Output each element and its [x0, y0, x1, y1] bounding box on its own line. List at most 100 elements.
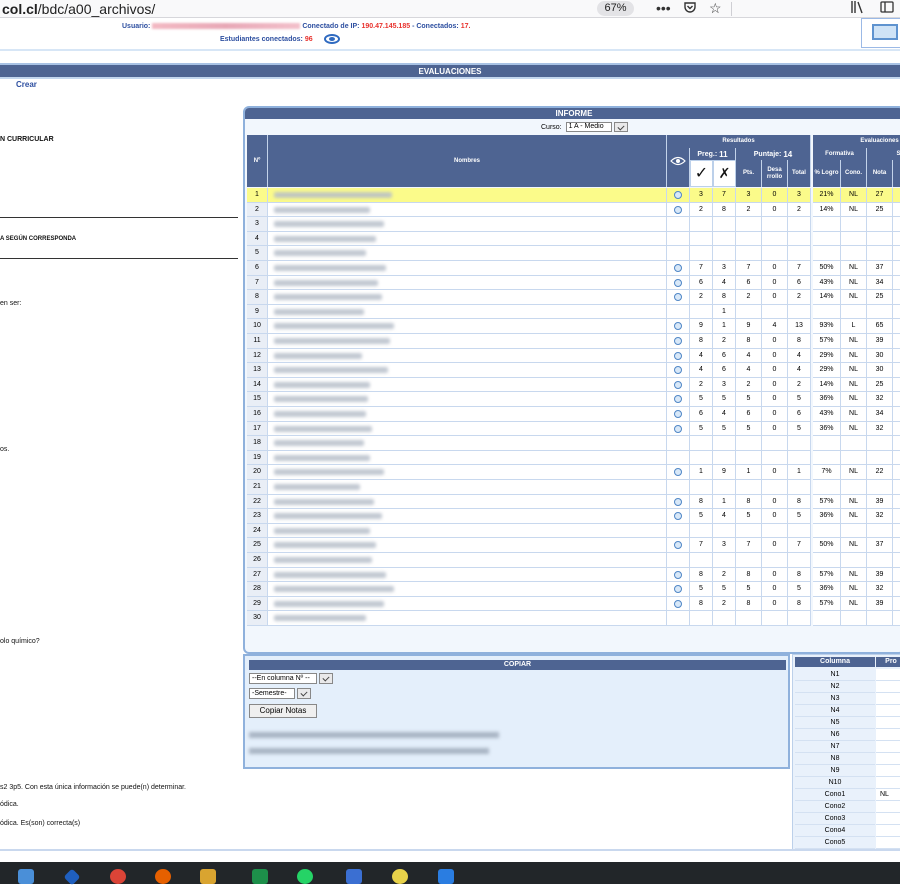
- zoom-level-button[interactable]: 67%: [597, 1, 634, 16]
- view-answers-icon[interactable]: [674, 293, 682, 302]
- taskbar-app-icon[interactable]: [346, 869, 362, 884]
- table-row[interactable]: 15 5 5 5 0 5 36% NL 32: [247, 392, 900, 407]
- student-name-redacted: [268, 363, 667, 378]
- view-answers-icon[interactable]: [674, 337, 682, 345]
- view-answers-icon[interactable]: [674, 424, 682, 433]
- points: 8: [736, 334, 762, 349]
- chevron-down-icon[interactable]: [297, 688, 311, 699]
- conocimiento: [841, 217, 867, 232]
- view-answers-icon[interactable]: [674, 366, 682, 375]
- crear-link[interactable]: Crear: [16, 80, 37, 89]
- view-answers-icon[interactable]: [674, 322, 682, 331]
- table-row[interactable]: 23 5 4 5 0 5 36% NL 32: [247, 509, 900, 524]
- table-row[interactable]: 29 8 2 8 0 8 57% NL 39: [247, 596, 900, 612]
- table-row[interactable]: 16 6 4 6 0 6 43% NL 34: [247, 407, 900, 422]
- eye-header[interactable]: [667, 148, 690, 173]
- view-answers-icon[interactable]: [674, 264, 682, 272]
- total-points: 6: [788, 407, 811, 422]
- table-row[interactable]: 21: [247, 480, 900, 495]
- nota: 25: [867, 290, 893, 305]
- desarrollo-points: 0: [762, 290, 788, 305]
- table-row[interactable]: 25 7 3 7 0 7 50% NL 37: [247, 538, 900, 553]
- table-row[interactable]: 10 9 1 9 4 13 93% L 65: [247, 319, 900, 334]
- points: 5: [736, 509, 762, 524]
- taskbar-app-icon[interactable]: [392, 869, 408, 884]
- table-row[interactable]: 4: [247, 231, 900, 247]
- view-answers-icon[interactable]: [674, 380, 682, 389]
- view-answers-icon[interactable]: [674, 468, 682, 477]
- view-answers-icon[interactable]: [674, 541, 682, 550]
- url-bar[interactable]: col.cl/bdc/a00_archivos/: [2, 1, 155, 17]
- row-number: 1: [247, 188, 268, 203]
- col-header-evaluaciones: Evaluaciones: [813, 135, 900, 148]
- table-row[interactable]: 3: [247, 217, 900, 232]
- table-row[interactable]: 22 8 1 8 0 8 57% NL 39: [247, 494, 900, 510]
- monitor-icon[interactable]: [872, 24, 898, 40]
- nota: 37: [867, 538, 893, 553]
- taskbar-app-icon[interactable]: [18, 869, 34, 884]
- table-row[interactable]: 2 2 8 2 0 2 14% NL 25: [247, 202, 900, 218]
- extra-cell: [893, 582, 900, 597]
- table-row[interactable]: 26: [247, 553, 900, 568]
- points: 7: [736, 538, 762, 553]
- columna-value: [876, 741, 900, 753]
- extra-cell: [893, 290, 900, 305]
- library-icon[interactable]: [850, 0, 866, 17]
- view-answers-icon[interactable]: [674, 512, 682, 521]
- table-row[interactable]: 30: [247, 611, 900, 626]
- view-answers-icon[interactable]: [674, 570, 682, 579]
- table-row[interactable]: 12 4 6 4 0 4 29% NL 30: [247, 348, 900, 364]
- conocimiento: [841, 553, 867, 568]
- whatsapp-icon[interactable]: [297, 869, 313, 884]
- copiar-notas-button[interactable]: Copiar Notas: [249, 704, 317, 718]
- correct-count: 8: [690, 334, 713, 349]
- table-row[interactable]: 18: [247, 436, 900, 451]
- view-answers-icon[interactable]: [674, 410, 682, 418]
- table-row[interactable]: 91: [247, 304, 900, 320]
- view-answers-icon[interactable]: [674, 351, 682, 360]
- incorrect-count: 7: [713, 188, 736, 203]
- table-row[interactable]: 14 2 3 2 0 2 14% NL 25: [247, 377, 900, 393]
- percent-logro: 14%: [813, 377, 841, 393]
- view-answers-icon[interactable]: [674, 191, 682, 199]
- view-answers-icon[interactable]: [674, 599, 682, 608]
- table-row[interactable]: 5: [247, 246, 900, 261]
- table-row[interactable]: 24: [247, 523, 900, 539]
- table-row[interactable]: 11 8 2 8 0 8 57% NL 39: [247, 334, 900, 349]
- view-answers-icon[interactable]: [674, 497, 682, 506]
- bookmark-star-icon[interactable]: ☆: [709, 0, 722, 16]
- table-row[interactable]: 6 7 3 7 0 7 50% NL 37: [247, 261, 900, 276]
- more-options-icon[interactable]: •••: [656, 0, 671, 16]
- view-answers-icon[interactable]: [674, 585, 682, 594]
- pocket-icon[interactable]: [683, 0, 697, 17]
- view-answers-cell: [667, 275, 690, 291]
- sidebar-icon[interactable]: [880, 0, 894, 17]
- file-explorer-icon[interactable]: [200, 869, 216, 884]
- columna-select[interactable]: --En columna Nº --: [249, 673, 317, 684]
- table-row[interactable]: 19: [247, 450, 900, 466]
- table-row[interactable]: 8 2 8 2 0 2 14% NL 25: [247, 290, 900, 305]
- table-row[interactable]: 20 1 9 1 0 1 7% NL 22: [247, 465, 900, 480]
- taskbar-app-icon[interactable]: [438, 869, 454, 884]
- curso-select[interactable]: 1 A - Medio: [565, 122, 612, 132]
- firefox-icon[interactable]: [155, 869, 171, 884]
- chevron-down-icon[interactable]: [613, 122, 628, 132]
- table-row[interactable]: 1 3 7 3 0 3 21% NL 27: [247, 188, 900, 203]
- table-row[interactable]: 27 8 2 8 0 8 57% NL 39: [247, 567, 900, 583]
- percent-logro: [813, 436, 841, 451]
- view-students-eye-icon[interactable]: [324, 34, 340, 44]
- semestre-select[interactable]: -Semestre-: [249, 688, 295, 699]
- redacted-name-bar: [274, 411, 366, 417]
- view-answers-icon[interactable]: [674, 395, 682, 404]
- table-row[interactable]: 28 5 5 5 0 5 36% NL 32: [247, 582, 900, 597]
- view-answers-icon[interactable]: [674, 205, 682, 214]
- view-answers-icon[interactable]: [674, 278, 682, 287]
- excel-icon[interactable]: [252, 869, 268, 884]
- extra-cell: [893, 363, 900, 378]
- chevron-down-icon[interactable]: [319, 673, 333, 684]
- left-rule-1: [0, 217, 238, 218]
- table-row[interactable]: 17 5 5 5 0 5 36% NL 32: [247, 421, 900, 437]
- table-row[interactable]: 13 4 6 4 0 4 29% NL 30: [247, 363, 900, 378]
- chrome-icon[interactable]: [110, 869, 126, 884]
- table-row[interactable]: 7 6 4 6 0 6 43% NL 34: [247, 275, 900, 291]
